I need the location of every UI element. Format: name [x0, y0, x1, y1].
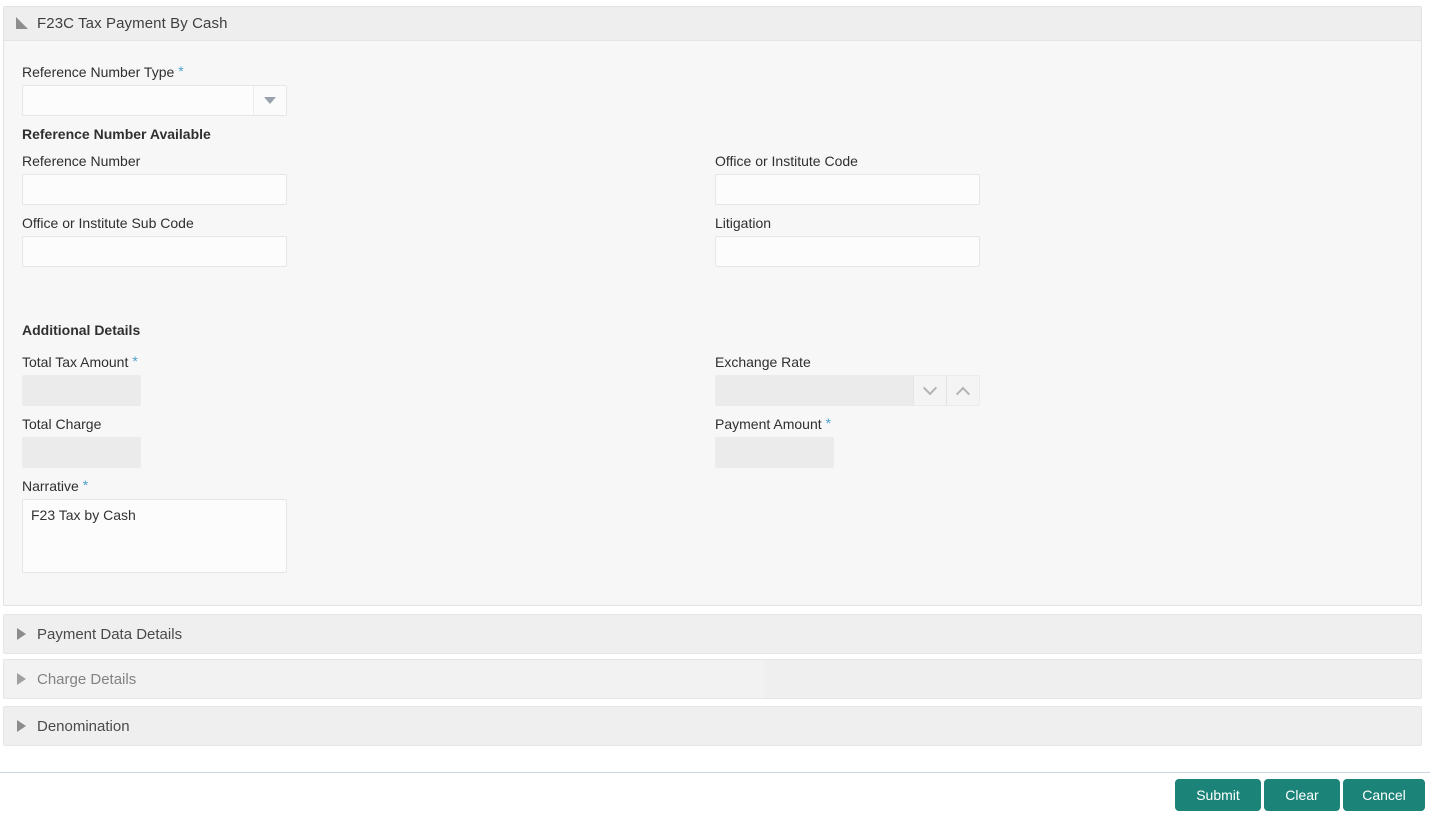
office-or-institute-code-label: Office or Institute Code: [715, 153, 858, 169]
triangle-collapsed-icon: [17, 628, 26, 640]
field-narrative: Narrative *: [22, 478, 287, 576]
additional-details-heading: Additional Details: [22, 322, 141, 338]
submit-button[interactable]: Submit: [1175, 779, 1261, 811]
reference-number-type-select[interactable]: [22, 85, 287, 116]
field-office-or-institute-sub-code: Office or Institute Sub Code: [22, 215, 287, 267]
required-asterisk: *: [132, 353, 138, 369]
total-charge-input[interactable]: [22, 437, 141, 468]
accordion-payment-data-details[interactable]: Payment Data Details: [3, 614, 1422, 654]
exchange-rate-label: Exchange Rate: [715, 354, 811, 370]
field-exchange-rate: Exchange Rate: [715, 354, 980, 406]
reference-number-available-heading: Reference Number Available: [22, 126, 211, 142]
total-charge-label: Total Charge: [22, 416, 102, 432]
field-total-tax-amount: Total Tax Amount *: [22, 354, 141, 406]
narrative-label: Narrative *: [22, 477, 89, 494]
office-or-institute-sub-code-input[interactable]: [22, 236, 287, 267]
triangle-expanded-icon[interactable]: [16, 17, 28, 29]
accordion-denomination[interactable]: Denomination: [3, 706, 1422, 746]
exchange-rate-value[interactable]: [716, 376, 913, 405]
field-payment-amount: Payment Amount *: [715, 416, 834, 468]
reference-number-type-dropdown-button[interactable]: [253, 86, 286, 115]
chevron-up-icon: [955, 386, 971, 401]
cancel-button[interactable]: Cancel: [1343, 779, 1425, 811]
total-tax-amount-input[interactable]: [22, 375, 141, 406]
caret-down-icon: [264, 97, 276, 104]
triangle-collapsed-icon: [17, 673, 26, 685]
triangle-collapsed-icon: [17, 720, 26, 732]
panel-header[interactable]: F23C Tax Payment By Cash: [4, 7, 1421, 41]
panel-body: Reference Number Type * Reference Number …: [4, 41, 1421, 606]
field-reference-number: Reference Number: [22, 153, 287, 205]
required-asterisk: *: [82, 477, 89, 493]
exchange-rate-stepper[interactable]: [715, 375, 980, 406]
chevron-down-icon: [922, 380, 938, 395]
page-title: F23C Tax Payment By Cash: [37, 15, 228, 32]
required-asterisk: *: [178, 63, 184, 79]
footer-actions: Submit Clear Cancel: [0, 773, 1430, 822]
f23c-tax-payment-panel: F23C Tax Payment By Cash Reference Numbe…: [3, 6, 1422, 606]
field-total-charge: Total Charge: [22, 416, 141, 468]
accordion-label: Denomination: [37, 717, 130, 735]
field-litigation: Litigation: [715, 215, 980, 267]
clear-button[interactable]: Clear: [1264, 779, 1340, 811]
total-tax-amount-label: Total Tax Amount *: [22, 353, 138, 370]
reference-number-type-label: Reference Number Type *: [22, 63, 184, 80]
reference-number-type-value[interactable]: [23, 86, 253, 115]
exchange-rate-increment-button[interactable]: [946, 376, 979, 405]
payment-amount-input[interactable]: [715, 437, 834, 468]
field-office-or-institute-code: Office or Institute Code: [715, 153, 980, 205]
office-or-institute-sub-code-label: Office or Institute Sub Code: [22, 215, 194, 231]
field-reference-number-type: Reference Number Type *: [22, 64, 287, 116]
litigation-label: Litigation: [715, 215, 772, 231]
reference-number-input[interactable]: [22, 174, 287, 205]
accordion-charge-details[interactable]: Charge Details: [3, 659, 1422, 699]
litigation-input[interactable]: [715, 236, 980, 267]
office-or-institute-code-input[interactable]: [715, 174, 980, 205]
reference-number-label: Reference Number: [22, 153, 141, 169]
accordion-label: Charge Details: [37, 670, 137, 688]
payment-amount-label: Payment Amount *: [715, 415, 832, 432]
narrative-textarea[interactable]: [22, 499, 287, 573]
required-asterisk: *: [825, 415, 832, 431]
accordion-label: Payment Data Details: [37, 625, 183, 643]
exchange-rate-decrement-button[interactable]: [913, 376, 946, 405]
